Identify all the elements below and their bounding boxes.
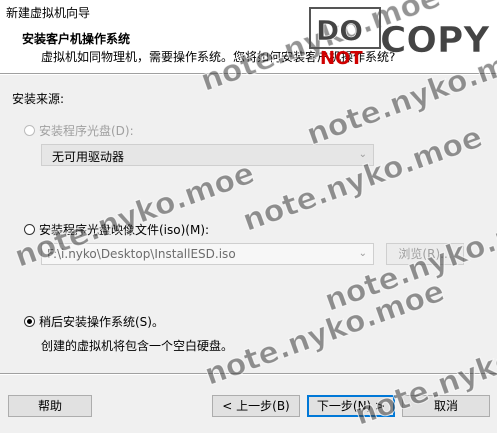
page-title: 安装客户机操作系统 <box>22 32 131 46</box>
later-option-label: 稍后安装操作系统(S)。 <box>39 315 164 329</box>
chevron-down-icon: ⌄ <box>358 149 367 160</box>
window-title: 新建虚拟机向导 <box>6 6 91 20</box>
chevron-down-icon[interactable]: ⌄ <box>359 248 367 259</box>
later-radio[interactable] <box>24 316 35 327</box>
help-button[interactable]: 帮助 <box>8 395 92 417</box>
disc-radio[interactable] <box>24 125 35 136</box>
iso-path-value: F:\i.nyko\Desktop\InstallESD.iso <box>47 247 236 261</box>
drive-select-value: 无可用驱动器 <box>52 150 125 164</box>
iso-path-input[interactable]: F:\i.nyko\Desktop\InstallESD.iso ⌄ <box>41 243 374 265</box>
iso-radio[interactable] <box>24 224 35 235</box>
title-bar: 新建虚拟机向导 <box>0 0 497 24</box>
wizard-header: 安装客户机操作系统 虚拟机如同物理机，需要操作系统。您将如何安装客户机操作系统? <box>0 24 497 73</box>
watermark: note.nyko.moe <box>237 119 488 239</box>
later-description: 创建的虚拟机将包含一个空白硬盘。 <box>41 339 234 353</box>
iso-option-label: 安装程序光盘映像文件(iso)(M): <box>39 223 210 237</box>
next-button[interactable]: 下一步(N) > <box>307 395 395 417</box>
cancel-button[interactable]: 取消 <box>402 395 490 417</box>
disc-option-label: 安装程序光盘(D): <box>39 124 134 138</box>
browse-button[interactable]: 浏览(R)... <box>386 243 464 265</box>
iso-option[interactable]: 安装程序光盘映像文件(iso)(M): <box>24 221 209 238</box>
disc-option[interactable]: 安装程序光盘(D): <box>24 122 134 139</box>
watermark: note.nyko.moe <box>199 273 450 393</box>
install-source-label: 安装来源: <box>12 92 65 106</box>
back-button[interactable]: < 上一步(B) <box>212 395 300 417</box>
page-subtitle: 虚拟机如同物理机，需要操作系统。您将如何安装客户机操作系统? <box>41 50 396 64</box>
later-option[interactable]: 稍后安装操作系统(S)。 <box>24 313 164 330</box>
drive-select: 无可用驱动器 ⌄ <box>41 144 374 166</box>
